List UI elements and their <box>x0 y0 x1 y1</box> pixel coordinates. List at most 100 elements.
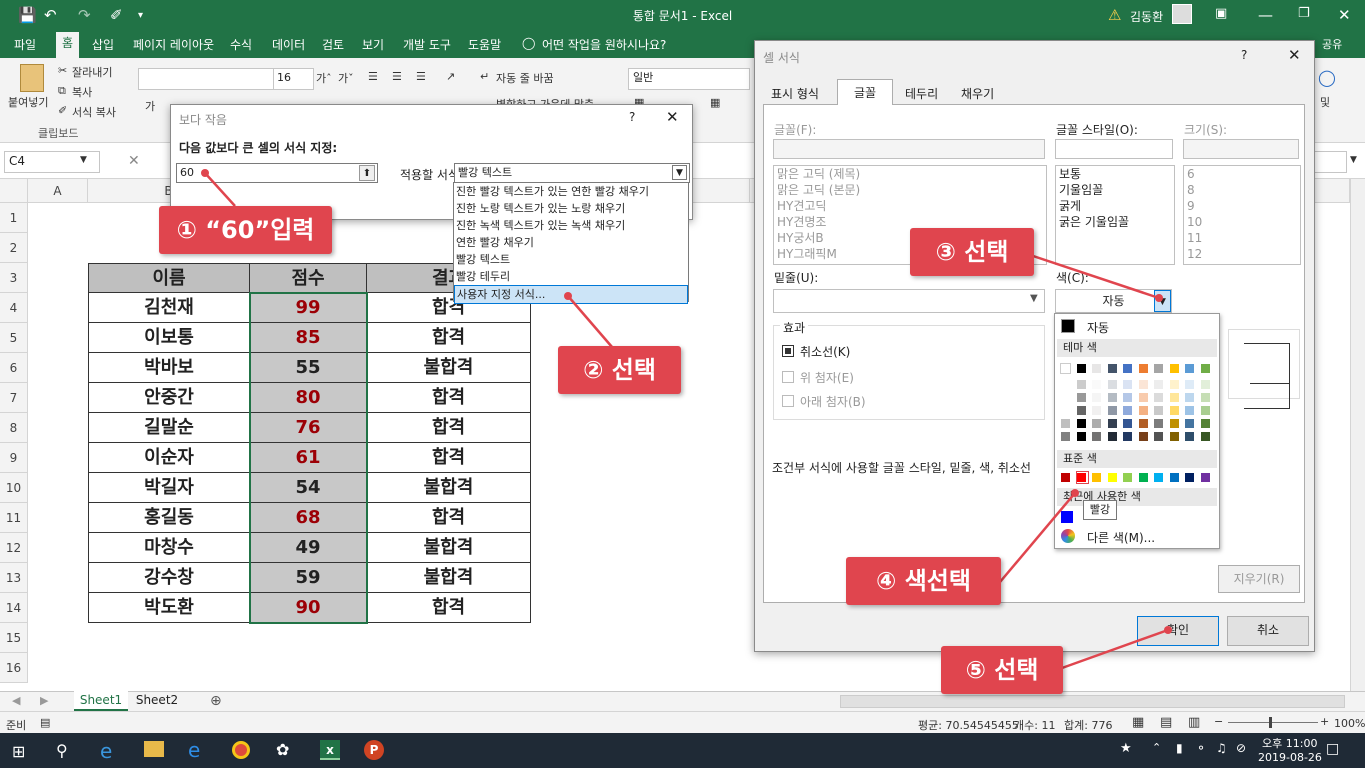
recent-swatch-blue[interactable] <box>1061 511 1073 523</box>
standard-color-swatch[interactable] <box>1122 472 1133 483</box>
name-cell[interactable]: 이순자 <box>89 443 250 473</box>
result-cell[interactable]: 합격 <box>367 593 531 623</box>
result-cell[interactable]: 불합격 <box>367 473 531 503</box>
name-cell[interactable]: 길말순 <box>89 413 250 443</box>
row-header[interactable]: 2 <box>0 233 28 263</box>
superscript-checkbox[interactable] <box>782 371 794 383</box>
auto-color-option[interactable]: 자동 <box>1087 319 1109 336</box>
tab-insert[interactable]: 삽입 <box>92 36 114 53</box>
theme-color-swatch[interactable] <box>1137 379 1149 390</box>
theme-color-swatch[interactable] <box>1122 418 1133 429</box>
select-all[interactable] <box>0 179 28 203</box>
theme-color-swatch[interactable] <box>1075 405 1087 416</box>
name-cell[interactable]: 홍길동 <box>89 503 250 533</box>
tray-chevron-icon[interactable]: ⌃ <box>1152 741 1161 754</box>
theme-color-swatch[interactable] <box>1075 363 1087 374</box>
row-header[interactable]: 1 <box>0 203 28 233</box>
theme-color-swatch[interactable] <box>1075 379 1087 390</box>
theme-color-swatch[interactable] <box>1122 379 1133 390</box>
zoom-out-icon[interactable]: − <box>1214 715 1223 728</box>
zoom-thumb[interactable] <box>1269 717 1272 728</box>
theme-color-swatch[interactable] <box>1091 431 1102 442</box>
theme-color-swatch[interactable] <box>1060 431 1071 442</box>
color-dropdown-button[interactable]: ▼ <box>1154 290 1171 312</box>
row-header[interactable]: 14 <box>0 593 28 623</box>
row-header[interactable]: 15 <box>0 623 28 653</box>
search-icon[interactable]: ◯ <box>1318 68 1336 87</box>
underline-select[interactable] <box>773 289 1045 313</box>
theme-color-swatch[interactable] <box>1060 363 1071 374</box>
tab-font[interactable]: 글꼴 <box>837 79 893 106</box>
standard-color-swatch[interactable] <box>1106 472 1118 483</box>
align-top-icon[interactable]: ☰ <box>368 70 378 83</box>
theme-color-swatch[interactable] <box>1168 431 1180 442</box>
name-cell[interactable]: 이보통 <box>89 323 250 353</box>
help-button[interactable]: ? <box>629 110 635 124</box>
font-option[interactable]: HY견고딕 <box>774 198 1046 214</box>
size-option[interactable]: 6 <box>1184 166 1300 182</box>
font-name-box[interactable] <box>138 68 274 90</box>
theme-color-swatch[interactable] <box>1106 392 1118 403</box>
sheet-tab-sheet1[interactable]: Sheet1 <box>74 691 128 711</box>
row-header[interactable]: 5 <box>0 323 28 353</box>
theme-color-swatch[interactable] <box>1199 431 1211 442</box>
theme-color-swatch[interactable] <box>1153 392 1164 403</box>
theme-color-swatch[interactable] <box>1184 392 1195 403</box>
name-cell[interactable]: 안중간 <box>89 383 250 413</box>
theme-color-swatch[interactable] <box>1075 418 1087 429</box>
horizontal-scrollbar[interactable] <box>840 695 1345 708</box>
style-option[interactable]: 굵은 기울임꼴 <box>1056 214 1174 230</box>
orientation-icon[interactable]: ↗ <box>446 70 455 83</box>
cancel-button[interactable]: 취소 <box>1227 616 1309 646</box>
paint-icon[interactable]: ✿ <box>276 740 289 759</box>
sheet-tab-sheet2[interactable]: Sheet2 <box>130 691 184 711</box>
number-format-box[interactable]: 일반 <box>628 68 750 90</box>
format-option-custom[interactable]: 사용자 지정 서식... <box>454 285 688 304</box>
standard-color-swatch[interactable] <box>1137 472 1149 483</box>
style-option[interactable]: 보통 <box>1056 166 1174 182</box>
chevron-down-icon[interactable]: ▼ <box>672 165 687 180</box>
search-icon[interactable]: ⚲ <box>56 741 68 760</box>
standard-color-swatch[interactable] <box>1199 472 1211 483</box>
theme-color-swatch[interactable] <box>1060 405 1071 416</box>
size-option[interactable]: 10 <box>1184 214 1300 230</box>
grow-font-icon[interactable]: 가ˆ <box>316 70 332 86</box>
name-cell[interactable]: 강수창 <box>89 563 250 593</box>
theme-color-swatch[interactable] <box>1168 363 1180 374</box>
align-middle-icon[interactable]: ☰ <box>392 70 402 83</box>
theme-color-swatch[interactable] <box>1168 418 1180 429</box>
font-style-list[interactable]: 보통 기울임꼴 굵게 굵은 기울임꼴 <box>1055 165 1175 265</box>
format-option[interactable]: 빨강 텍스트 <box>454 251 688 268</box>
result-cell[interactable]: 불합격 <box>367 563 531 593</box>
theme-color-swatch[interactable] <box>1199 405 1211 416</box>
file-explorer-icon[interactable] <box>144 741 164 757</box>
name-cell[interactable]: 박도환 <box>89 593 250 623</box>
normal-view-icon[interactable]: ▦ <box>1132 715 1144 730</box>
minimize-icon[interactable]: — <box>1258 6 1273 24</box>
subscript-checkbox[interactable] <box>782 395 794 407</box>
theme-color-swatch[interactable] <box>1153 405 1164 416</box>
format-option[interactable]: 빨강 테두리 <box>454 268 688 285</box>
standard-color-swatch[interactable] <box>1091 472 1102 483</box>
size-option[interactable]: 8 <box>1184 182 1300 198</box>
font-input[interactable] <box>773 139 1045 159</box>
theme-color-swatch[interactable] <box>1091 379 1102 390</box>
name-cell[interactable]: 박바보 <box>89 353 250 383</box>
theme-color-swatch[interactable] <box>1184 431 1195 442</box>
theme-color-swatch[interactable] <box>1153 431 1164 442</box>
tell-me-search[interactable]: 어떤 작업을 원하시나요? <box>542 36 666 53</box>
result-cell[interactable]: 합격 <box>367 503 531 533</box>
theme-color-swatch[interactable] <box>1137 392 1149 403</box>
close-icon[interactable]: ✕ <box>666 108 679 126</box>
result-cell[interactable]: 합격 <box>367 323 531 353</box>
theme-color-swatch[interactable] <box>1091 392 1102 403</box>
zoom-slider[interactable] <box>1228 722 1318 723</box>
strike-checkbox[interactable] <box>782 345 794 357</box>
name-cell[interactable]: 박길자 <box>89 473 250 503</box>
clear-button[interactable]: 지우기(R) <box>1218 565 1300 593</box>
standard-color-swatch[interactable] <box>1184 472 1195 483</box>
font-option[interactable]: 맑은 고딕 (제목) <box>774 166 1046 182</box>
row-header[interactable]: 16 <box>0 653 28 683</box>
value-input[interactable]: 60 <box>176 163 378 183</box>
tab-help[interactable]: 도움말 <box>468 36 501 53</box>
